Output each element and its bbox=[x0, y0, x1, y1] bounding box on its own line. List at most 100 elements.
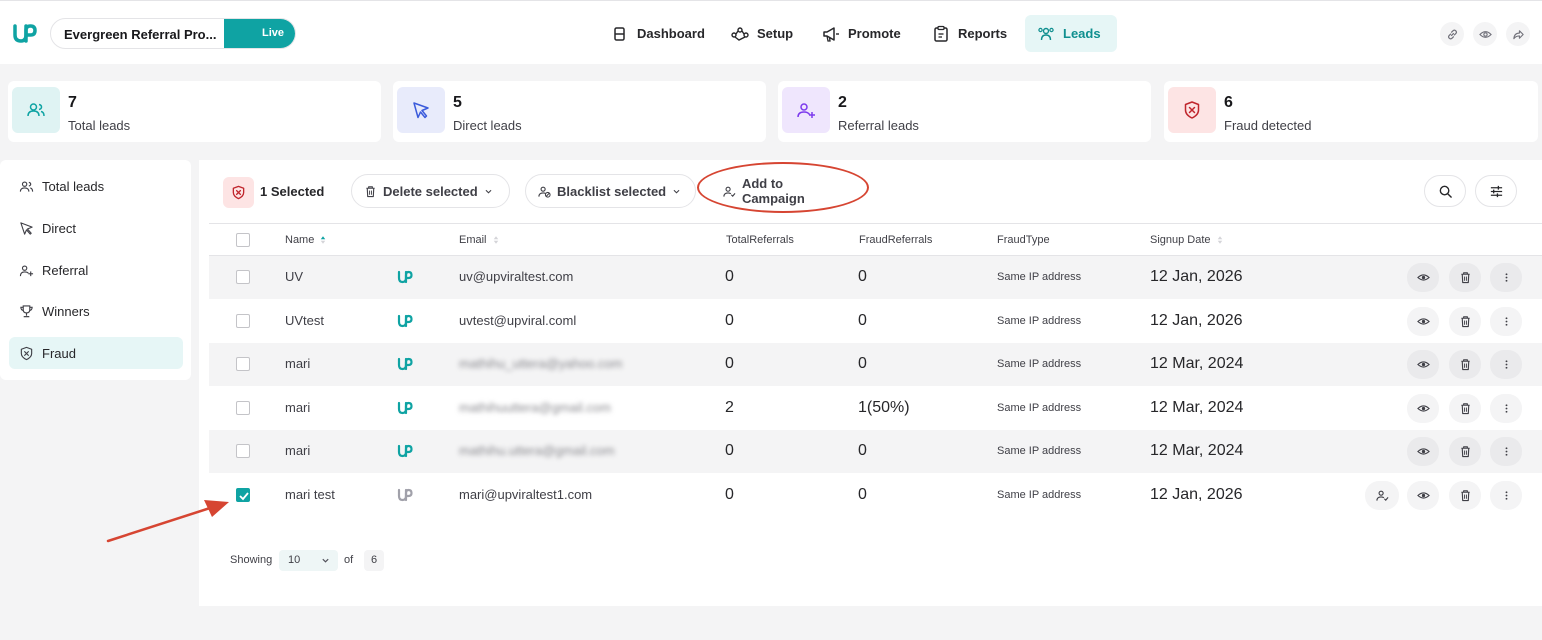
delete-lead-button[interactable] bbox=[1449, 306, 1481, 336]
campaign-selector[interactable]: Evergreen Referral Pro... Live bbox=[50, 18, 296, 49]
stat-icon-box bbox=[12, 87, 60, 133]
fraud-type: Same IP address bbox=[997, 445, 1082, 457]
lead-email: mathihuuttera@gmail.com bbox=[459, 399, 611, 415]
add-to-campaign-row-button[interactable] bbox=[1365, 480, 1399, 510]
trash-icon bbox=[1460, 315, 1470, 327]
campaign-name: Evergreen Referral Pro... bbox=[64, 27, 217, 42]
lead-email: uvtest@upviral.coml bbox=[459, 312, 577, 328]
stat-value: 6 bbox=[1224, 94, 1233, 111]
column-fraud-type: FraudType bbox=[997, 234, 1050, 246]
view-lead-button[interactable] bbox=[1407, 306, 1439, 336]
column-signup-date[interactable]: Signup Date bbox=[1150, 234, 1223, 246]
delete-lead-button[interactable] bbox=[1449, 393, 1481, 423]
table-row[interactable]: UVtest uvtest@upviral.coml 0 0 Same IP addre… bbox=[209, 300, 1542, 343]
nav-reports[interactable]: Reports bbox=[920, 15, 1019, 52]
more-actions-button[interactable] bbox=[1490, 393, 1522, 423]
more-actions-button[interactable] bbox=[1490, 480, 1522, 510]
delete-selected-button[interactable]: Delete selected bbox=[351, 174, 510, 208]
column-email[interactable]: Email bbox=[459, 234, 499, 246]
dashboard-icon bbox=[614, 26, 625, 41]
search-button[interactable] bbox=[1424, 175, 1466, 207]
column-name[interactable]: Name bbox=[285, 234, 326, 246]
sidebar-item-fraud[interactable]: Fraud bbox=[9, 337, 183, 369]
nav-leads[interactable]: Leads bbox=[1025, 15, 1117, 52]
row-checkbox[interactable] bbox=[236, 444, 250, 458]
nav-promote[interactable]: Promote bbox=[810, 15, 913, 52]
user-plus-icon bbox=[19, 264, 34, 276]
upviral-logo[interactable] bbox=[12, 21, 38, 45]
sidebar-item-referral[interactable]: Referral bbox=[9, 254, 183, 286]
row-checkbox[interactable] bbox=[236, 313, 250, 328]
fraud-type: Same IP address bbox=[997, 358, 1082, 370]
more-actions-button[interactable] bbox=[1490, 350, 1522, 379]
users-icon bbox=[1038, 27, 1054, 40]
sidebar-item-total-leads[interactable]: Total leads bbox=[9, 170, 183, 202]
fraud-type: Same IP address bbox=[997, 314, 1082, 327]
table-row[interactable]: mari mathihu.uttera@gmail.com 0 0 Same IP ad… bbox=[209, 430, 1542, 473]
more-actions-button[interactable] bbox=[1490, 437, 1522, 466]
lead-name: UVtest bbox=[285, 312, 325, 328]
table-row[interactable]: UV uv@upviraltest.com 0 0 Same IP address 12 … bbox=[209, 256, 1542, 299]
more-icon bbox=[1505, 447, 1507, 456]
stat-value: 2 bbox=[838, 94, 847, 111]
blacklist-selected-label: Blacklist selected bbox=[557, 183, 667, 199]
sliders-icon bbox=[1490, 185, 1502, 197]
row-checkbox[interactable] bbox=[236, 357, 250, 371]
table-row[interactable]: mari test mari@upviraltest1.com 0 0 Same IP … bbox=[209, 474, 1542, 517]
filter-settings-button[interactable] bbox=[1475, 175, 1517, 207]
more-icon bbox=[1505, 403, 1507, 413]
selected-badge bbox=[223, 177, 254, 208]
more-actions-button[interactable] bbox=[1490, 306, 1522, 336]
delete-lead-button[interactable] bbox=[1449, 437, 1481, 466]
view-lead-button[interactable] bbox=[1407, 480, 1439, 510]
trash-icon bbox=[366, 185, 375, 197]
select-all-checkbox[interactable] bbox=[236, 233, 250, 247]
row-checkbox[interactable] bbox=[236, 270, 250, 284]
table-row[interactable]: mari mathihu_uttera@yahoo.com 0 0 Same IP ad… bbox=[209, 343, 1542, 386]
blacklist-selected-button[interactable]: Blacklist selected bbox=[525, 174, 696, 208]
stat-label: Fraud detected bbox=[1224, 118, 1312, 133]
share-button[interactable] bbox=[1506, 22, 1530, 46]
stat-card-direct-leads: 5 Direct leads bbox=[393, 81, 766, 142]
share-icon bbox=[1512, 29, 1524, 39]
stat-icon-box bbox=[782, 87, 830, 133]
eye-icon bbox=[1416, 491, 1430, 499]
stat-card-total-leads: 7 Total leads bbox=[8, 81, 381, 142]
view-lead-button[interactable] bbox=[1407, 350, 1439, 379]
stat-icon-box bbox=[1168, 87, 1216, 133]
sort-icon bbox=[321, 236, 326, 244]
row-checkbox[interactable] bbox=[236, 400, 250, 415]
nav-dashboard[interactable]: Dashboard bbox=[599, 15, 717, 52]
table-row[interactable]: mari mathihuuttera@gmail.com 2 1(50%) Same I… bbox=[209, 387, 1542, 430]
sidebar-item-direct[interactable]: Direct bbox=[9, 212, 183, 244]
column-fraud-referrals: FraudReferrals bbox=[859, 234, 932, 246]
showing-label: Showing bbox=[230, 554, 273, 566]
view-lead-button[interactable] bbox=[1407, 263, 1439, 292]
add-to-campaign-button[interactable]: Add to Campaign bbox=[711, 174, 861, 208]
users-icon bbox=[27, 103, 45, 117]
delete-lead-button[interactable] bbox=[1449, 263, 1481, 292]
total-referrals: 2 bbox=[725, 398, 734, 416]
fraud-referrals: 0 bbox=[858, 311, 867, 329]
lead-name: UV bbox=[285, 269, 304, 284]
page-size-select[interactable]: 10 bbox=[279, 550, 338, 571]
delete-lead-button[interactable] bbox=[1449, 350, 1481, 379]
user-check-icon bbox=[1375, 490, 1388, 501]
delete-lead-button[interactable] bbox=[1449, 480, 1481, 510]
more-actions-button[interactable] bbox=[1490, 263, 1522, 292]
preview-button[interactable] bbox=[1473, 22, 1497, 46]
chevron-down-icon bbox=[322, 558, 329, 563]
live-status-badge[interactable]: Live bbox=[224, 19, 295, 48]
view-lead-button[interactable] bbox=[1407, 393, 1439, 423]
sort-icon bbox=[1217, 236, 1222, 244]
row-checkbox[interactable] bbox=[236, 487, 250, 502]
copy-link-button[interactable] bbox=[1440, 22, 1464, 46]
view-lead-button[interactable] bbox=[1407, 437, 1439, 466]
cursor-icon bbox=[413, 102, 429, 119]
sidebar-item-winners[interactable]: Winners bbox=[9, 295, 183, 327]
column-total-referrals: TotalReferrals bbox=[726, 234, 794, 246]
lead-name: mari bbox=[285, 443, 311, 458]
stat-icon-box bbox=[397, 87, 445, 133]
nav-setup[interactable]: Setup bbox=[719, 15, 805, 52]
total-referrals: 0 bbox=[725, 442, 734, 459]
